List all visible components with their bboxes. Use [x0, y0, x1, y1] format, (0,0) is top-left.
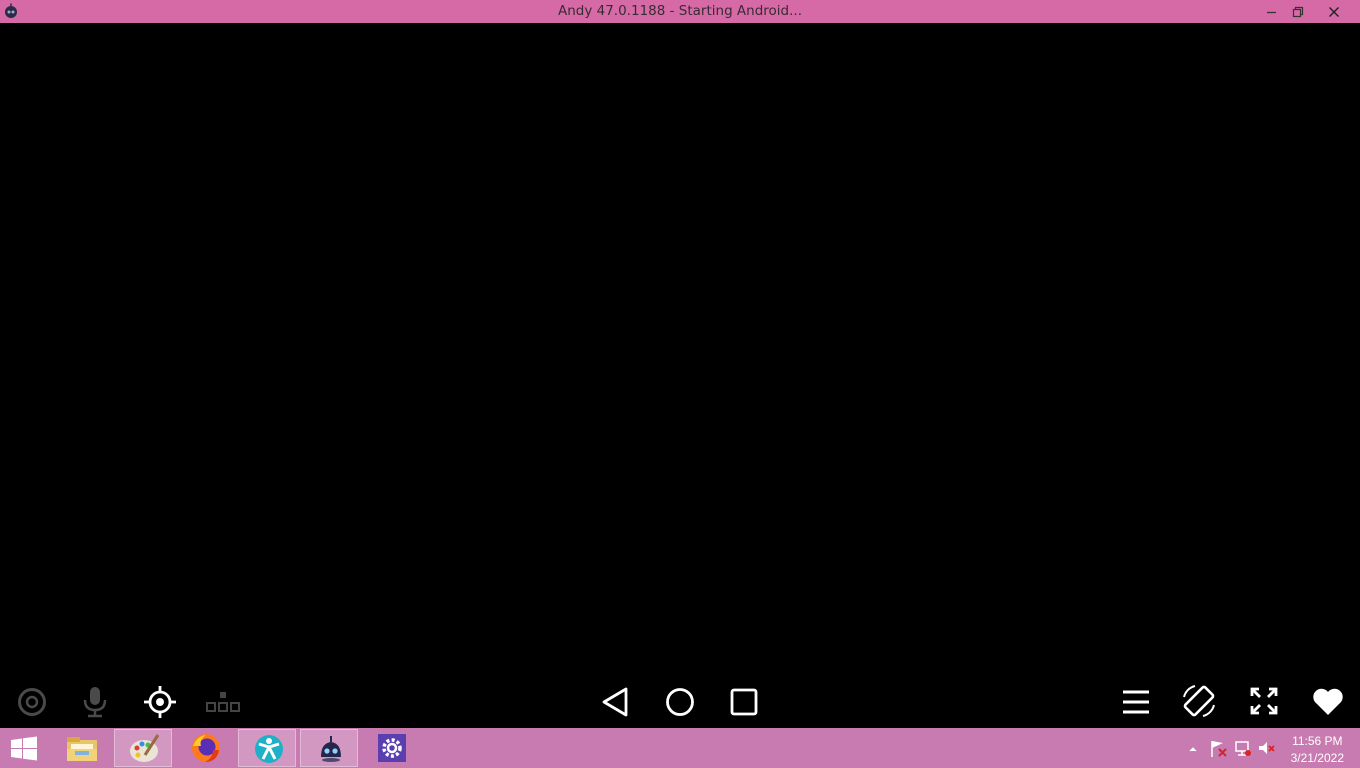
favorite-icon — [1313, 688, 1343, 715]
recents-button[interactable] — [726, 683, 762, 719]
clock-time: 11:56 PM — [1292, 734, 1343, 748]
taskbar-paint[interactable] — [114, 729, 172, 767]
andy-icon — [321, 736, 341, 762]
start-button[interactable] — [0, 729, 48, 767]
restore-icon — [1292, 6, 1304, 18]
home-icon — [666, 688, 694, 716]
taskbar-clock[interactable]: 11:56 PM 3/21/2022 — [1291, 733, 1344, 767]
taskbar-settings[interactable] — [362, 729, 420, 767]
home-button[interactable] — [662, 683, 698, 719]
location-button[interactable] — [142, 683, 178, 719]
clock-date: 3/21/2022 — [1290, 751, 1344, 765]
fullscreen-button[interactable] — [1246, 683, 1282, 719]
recents-icon — [730, 688, 758, 716]
accessibility-app-icon — [255, 735, 283, 763]
menu-button[interactable] — [1118, 683, 1154, 719]
volume-muted-icon[interactable] — [1257, 736, 1277, 765]
close-icon — [1329, 7, 1339, 17]
window-title: Andy 47.0.1188 - Starting Android... — [557, 3, 802, 19]
file-explorer-icon — [67, 737, 97, 761]
firefox-icon — [192, 734, 220, 762]
action-center-flag-icon[interactable] — [1208, 736, 1228, 765]
close-button[interactable] — [1319, 0, 1349, 23]
android-screen[interactable] — [0, 23, 1360, 728]
show-hidden-icons[interactable] — [1187, 736, 1199, 765]
back-icon — [602, 687, 628, 717]
minimize-icon — [1267, 11, 1276, 14]
camera-icon — [18, 688, 46, 716]
start-icon — [11, 736, 37, 761]
taskbar-firefox[interactable] — [176, 729, 234, 767]
menu-icon — [1123, 690, 1149, 714]
back-button[interactable] — [598, 683, 634, 719]
fullscreen-icon — [1250, 687, 1278, 715]
restore-button[interactable] — [1283, 0, 1313, 23]
window-titlebar[interactable]: Andy 47.0.1188 - Starting Android... — [0, 0, 1360, 23]
rotate-button[interactable] — [1181, 683, 1217, 719]
camera-button[interactable] — [14, 683, 50, 719]
keyboard-mapping-button[interactable] — [205, 683, 241, 719]
taskbar-andy[interactable] — [300, 729, 358, 767]
favorite-button[interactable] — [1310, 683, 1346, 719]
taskbar-accessibility-app[interactable] — [238, 729, 296, 767]
paint-icon — [130, 734, 160, 762]
microphone-button[interactable] — [77, 683, 113, 719]
taskbar-file-explorer[interactable] — [52, 729, 110, 767]
keyboard-mapping-icon — [206, 692, 240, 712]
microphone-icon — [83, 687, 107, 718]
settings-icon — [378, 734, 406, 762]
rotate-icon — [1183, 685, 1215, 717]
network-icon[interactable] — [1233, 736, 1253, 765]
location-icon — [144, 686, 176, 718]
